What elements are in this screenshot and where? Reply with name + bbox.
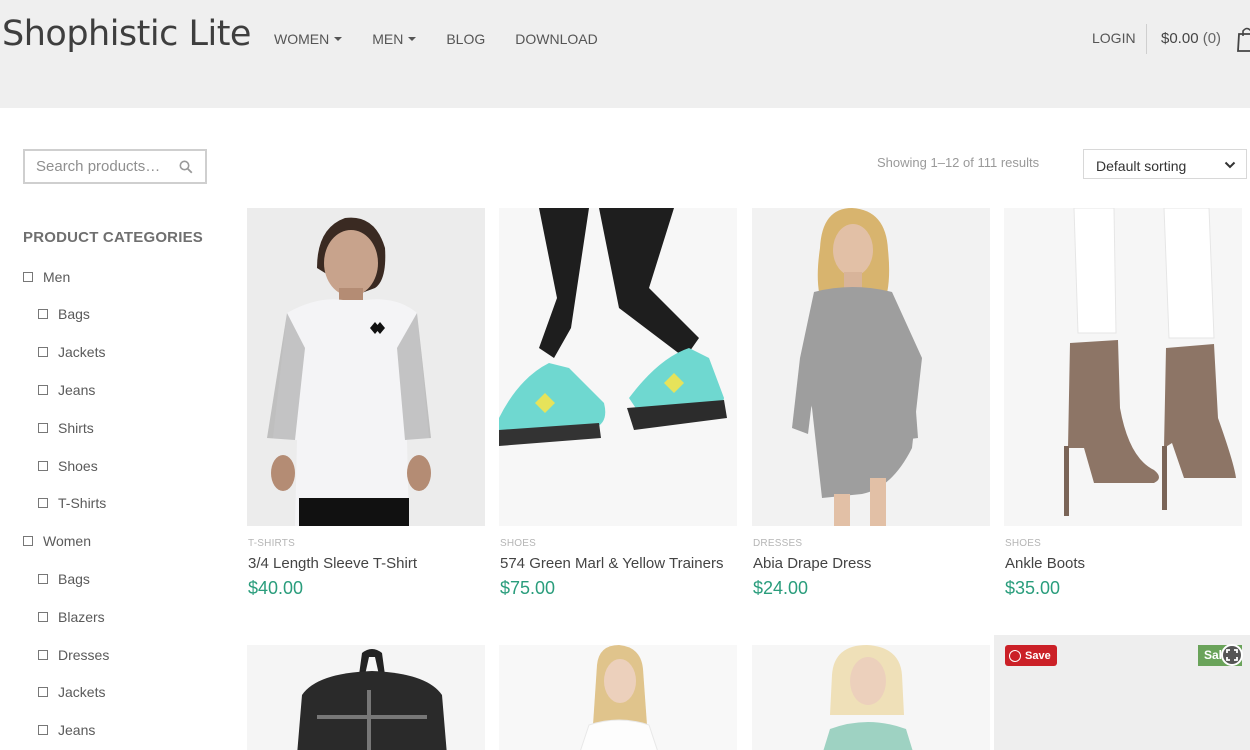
category-label: Blazers [58, 609, 105, 625]
checkbox-icon[interactable] [38, 498, 48, 508]
product-card: SHOES 574 Green Marl & Yellow Trainers $… [499, 208, 737, 598]
checkbox-icon[interactable] [38, 687, 48, 697]
pinterest-save-button[interactable]: Save [1005, 645, 1057, 666]
product-card: T-SHIRTS 3/4 Length Sleeve T-Shirt $40.0… [247, 208, 485, 598]
checkbox-icon[interactable] [23, 272, 33, 282]
category-label: Women [43, 533, 91, 549]
category-label: Shoes [58, 458, 98, 474]
product-category[interactable]: SHOES [1005, 538, 1041, 549]
category-label: Bags [58, 306, 90, 322]
sort-label: Default sorting [1096, 158, 1187, 174]
category-item-women-jeans[interactable]: Jeans [38, 722, 95, 738]
pin-label: Save [1025, 649, 1051, 662]
login-link[interactable]: LOGIN [1092, 30, 1136, 46]
category-item-men-shoes[interactable]: Shoes [38, 458, 98, 474]
product-price: $24.00 [753, 578, 809, 598]
checkbox-icon[interactable] [38, 347, 48, 357]
product-card: DRESSES Abia Drape Dress $24.00 [752, 208, 990, 598]
category-item-men-jeans[interactable]: Jeans [38, 382, 95, 398]
product-price: $40.00 [248, 578, 304, 598]
result-count: Showing 1–12 of 111 results [877, 155, 1040, 170]
main-nav: WOMEN MEN BLOG DOWNLOAD [274, 31, 628, 47]
product-image[interactable] [247, 645, 485, 750]
category-item-men[interactable]: Men [23, 269, 70, 285]
chevron-down-icon [1224, 161, 1236, 169]
category-label: Jeans [58, 722, 96, 738]
category-label: Jackets [58, 344, 106, 360]
category-item-men-jackets[interactable]: Jackets [38, 344, 105, 360]
cart-total: $0.00 [1161, 30, 1199, 47]
category-item-women[interactable]: Women [23, 533, 91, 549]
categories-heading: PRODUCT CATEGORIES [23, 229, 203, 246]
category-label: Dresses [58, 647, 110, 663]
category-label: Jackets [58, 684, 106, 700]
category-item-women-bags[interactable]: Bags [38, 571, 90, 587]
product-image[interactable] [499, 208, 737, 526]
caret-down-icon [334, 37, 343, 41]
pinterest-icon [1009, 649, 1021, 662]
nav-item-men[interactable]: MEN [372, 31, 417, 47]
checkbox-icon[interactable] [38, 650, 48, 660]
checkbox-icon[interactable] [38, 461, 48, 471]
category-item-women-jackets[interactable]: Jackets [38, 684, 105, 700]
product-category[interactable]: T-SHIRTS [248, 538, 295, 549]
checkbox-icon[interactable] [38, 612, 48, 622]
nav-label: WOMEN [274, 31, 330, 47]
product-name[interactable]: 3/4 Length Sleeve T-Shirt [248, 555, 417, 572]
product-search [23, 149, 207, 184]
nav-item-blog[interactable]: BLOG [446, 31, 485, 47]
site-header: Shophistic Lite WOMEN MEN BLOG DOWNLOAD … [0, 0, 1250, 108]
product-name[interactable]: Abia Drape Dress [753, 555, 871, 572]
nav-label: DOWNLOAD [515, 31, 598, 47]
category-label: Bags [58, 571, 90, 587]
product-name[interactable]: 574 Green Marl & Yellow Trainers [500, 555, 723, 572]
category-item-women-dresses[interactable]: Dresses [38, 647, 109, 663]
site-logo[interactable]: Shophistic Lite [2, 14, 251, 54]
cart-link[interactable]: $0.00 (0) [1161, 30, 1221, 47]
search-input[interactable] [25, 151, 175, 182]
product-name[interactable]: Ankle Boots [1005, 555, 1085, 572]
product-image[interactable] [752, 208, 990, 526]
checkbox-icon[interactable] [38, 725, 48, 735]
product-image[interactable] [499, 645, 737, 750]
search-icon[interactable] [179, 160, 193, 174]
zoom-icon[interactable] [1221, 644, 1243, 666]
shopping-bag-icon[interactable] [1236, 25, 1250, 53]
caret-down-icon [408, 37, 417, 41]
category-label: Jeans [58, 382, 96, 398]
category-item-women-blazers[interactable]: Blazers [38, 609, 105, 625]
category-item-men-tshirts[interactable]: T-Shirts [38, 495, 106, 511]
product-image[interactable] [1004, 208, 1242, 526]
product-price: $75.00 [500, 578, 556, 598]
nav-label: MEN [372, 31, 404, 47]
category-item-men-shirts[interactable]: Shirts [38, 420, 94, 436]
product-category[interactable]: SHOES [500, 538, 536, 549]
category-item-men-bags[interactable]: Bags [38, 306, 90, 322]
checkbox-icon[interactable] [38, 385, 48, 395]
nav-item-women[interactable]: WOMEN [274, 31, 343, 47]
category-label: Shirts [58, 420, 94, 436]
cart-count: (0) [1202, 30, 1222, 47]
category-label: Men [43, 269, 71, 285]
category-label: T-Shirts [58, 495, 107, 511]
product-price: $35.00 [1005, 578, 1061, 598]
product-image[interactable] [247, 208, 485, 526]
sort-select[interactable]: Default sorting [1083, 149, 1247, 179]
product-card: SHOES Ankle Boots $35.00 [1004, 208, 1242, 598]
checkbox-icon[interactable] [38, 574, 48, 584]
product-image[interactable] [752, 645, 990, 750]
checkbox-icon[interactable] [23, 536, 33, 546]
nav-label: BLOG [446, 31, 486, 47]
checkbox-icon[interactable] [38, 309, 48, 319]
nav-item-download[interactable]: DOWNLOAD [515, 31, 597, 47]
checkbox-icon[interactable] [38, 423, 48, 433]
product-category[interactable]: DRESSES [753, 538, 802, 549]
header-divider [1146, 24, 1147, 54]
